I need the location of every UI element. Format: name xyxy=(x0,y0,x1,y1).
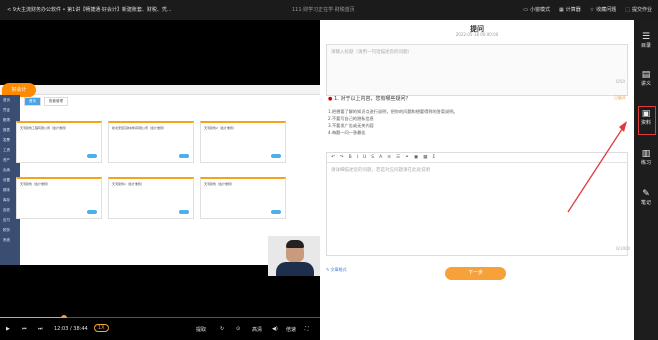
software-tab-accounts: 账套管理 xyxy=(44,97,68,106)
underline-icon[interactable]: U xyxy=(363,155,366,160)
rail-item-notes[interactable]: ✎ 笔记 xyxy=(634,189,658,206)
link-icon[interactable]: ⚭ xyxy=(405,155,409,160)
software-header: 好会计 xyxy=(0,83,320,97)
title-counter: 0/50 xyxy=(616,79,625,84)
calculator-button[interactable]: ▦ 计算器 xyxy=(559,6,581,14)
rate-badge[interactable]: 1X xyxy=(94,324,109,332)
pen-icon: ✎ xyxy=(642,189,650,199)
software-sidebar-item: 税务 xyxy=(3,228,10,232)
toggle-switch xyxy=(179,210,189,214)
account-card: 天河建筑（会计准则） xyxy=(16,177,102,219)
strikethrough-icon[interactable]: S xyxy=(371,155,374,160)
account-card: 新北安控高新材料有限公司（会计准则） xyxy=(108,121,194,163)
title-placeholder: 请输入标题（请用一句话描述您的问题） xyxy=(331,50,412,55)
toggle-switch xyxy=(87,154,97,158)
table-icon[interactable]: ▦ xyxy=(423,155,427,160)
toggle-switch xyxy=(271,210,281,214)
course-status: 111·财学习正在学·财税首页 xyxy=(292,7,355,13)
top-bar: < 9大主流财务办公软件 • 第1讲【畅捷通·好会计】新建账套、财税、凭... … xyxy=(0,0,658,20)
rail-item-handout[interactable]: ▤ 讲义 xyxy=(634,70,658,87)
toggle-switch xyxy=(271,154,281,158)
software-sidebar-item: 出纳 xyxy=(3,168,10,172)
question-guidelines: 1.把想要了解的知识点进行说明，把你的问题和想要得到的答案说明。 2.不要写自己… xyxy=(328,109,458,135)
top-actions: ▭ 小窗模式 ▦ 计算器 ☆ 收藏问题 ⬚ 提交作业 xyxy=(523,6,652,14)
redo-icon[interactable]: ↷ xyxy=(340,155,344,160)
quality-button[interactable]: 高清 xyxy=(252,326,262,333)
rail-item-catalog[interactable]: ☰ 目录 xyxy=(634,32,658,49)
play-button[interactable]: ▶ xyxy=(6,326,10,332)
favorite-button[interactable]: ☆ 收藏问题 xyxy=(589,6,617,14)
camera-icon[interactable]: ⊙ xyxy=(236,326,240,332)
course-title: < 9大主流财务办公软件 • 第1讲【畅捷通·好会计】新建账套、财税、凭... xyxy=(7,7,172,13)
account-card: 天河建筑（会计准则） xyxy=(200,177,286,219)
toggle-switch xyxy=(179,154,189,158)
bold-icon[interactable]: B xyxy=(349,155,352,160)
list-icon[interactable]: ≡ xyxy=(387,155,391,160)
unfold-link[interactable]: 已展开 xyxy=(614,95,626,101)
align-icon[interactable]: ☰ xyxy=(396,155,400,160)
list-icon: ☰ xyxy=(641,32,651,42)
font-color-icon[interactable]: A xyxy=(379,155,382,160)
undo-icon[interactable]: ↶ xyxy=(331,155,335,160)
submit-homework-button[interactable]: ⬚ 提交作业 xyxy=(625,6,652,14)
calculator-icon: ▦ xyxy=(559,6,564,13)
volume-icon[interactable]: ◀) xyxy=(272,326,278,332)
rich-text-editor[interactable]: ↶ ↷ B I U S A ≡ ☰ ⚭ ▣ ▦ Σ 请详细描述您的问题，若是对应… xyxy=(326,152,628,256)
rail-item-practice[interactable]: ▥ 练习 xyxy=(634,149,658,166)
materials-highlight-box xyxy=(638,106,656,135)
prev-button[interactable]: ⏮ xyxy=(22,326,27,332)
prev-icon: ⏮ xyxy=(22,326,27,332)
account-card: 天河建筑1（会计准则） xyxy=(108,177,194,219)
teacher-webcam xyxy=(268,236,320,276)
editor-counter: 0/1000 xyxy=(616,246,631,251)
document-icon: ▤ xyxy=(641,70,651,80)
toggle-switch xyxy=(87,210,97,214)
window-icon: ▭ xyxy=(523,6,528,13)
editor-toolbar: ↶ ↷ B I U S A ≡ ☰ ⚭ ▣ ▦ Σ xyxy=(327,153,627,163)
question-heading: ● 1. 对于以上内容，您有哪些疑问？ xyxy=(328,96,411,102)
player-controls: ▶ ⏮ ⏭ 12:03 / 38:44 1X 提取 ↻ ⊙ 高清 ◀) 倍速 ⛶ xyxy=(0,318,320,340)
editor-placeholder: 请详细描述您的问题，若是对应问题请在此处说明 xyxy=(331,168,430,173)
star-icon: ☆ xyxy=(589,6,595,13)
play-icon: ▶ xyxy=(6,326,10,332)
software-sidebar-item: 凭证 xyxy=(3,108,10,112)
speed-button[interactable]: 倍速 xyxy=(286,326,296,333)
fullscreen-icon[interactable]: ⛶ xyxy=(305,326,309,332)
time-display: 12:03 / 38:44 xyxy=(54,326,88,332)
format-note[interactable]: ✎ 文章格式 xyxy=(326,267,347,273)
teacher-body xyxy=(276,262,314,276)
software-sidebar-item: 首页 xyxy=(3,98,10,102)
question-title-input[interactable]: 请输入标题（请用一句话描述您的问题） xyxy=(326,44,628,96)
mini-window-button[interactable]: ▭ 小窗模式 xyxy=(523,6,550,14)
software-tabs: 首页 账套管理 xyxy=(24,97,320,106)
sum-icon[interactable]: Σ xyxy=(432,155,435,160)
account-card: 天河建筑2（会计准则） xyxy=(200,121,286,163)
question-panel: 提问 2022-05-18 00:00:00 请输入标题（请用一句话描述您的问题… xyxy=(320,20,634,340)
panel-meta: 2022-05-18 00:00:00 xyxy=(455,32,499,37)
teacher-hair xyxy=(286,240,304,248)
account-card: 天河建筑工程有限公司（会计准则） xyxy=(16,121,102,163)
next-button[interactable]: ⏭ xyxy=(38,326,43,332)
submit-icon: ⬚ xyxy=(625,6,630,13)
extract-button[interactable]: 提取 xyxy=(196,326,206,333)
loop-icon[interactable]: ↻ xyxy=(220,326,224,332)
software-sidebar-item: 系统 xyxy=(3,238,10,242)
software-tab-home: 首页 xyxy=(24,97,41,106)
notebook-icon: ▥ xyxy=(641,149,651,159)
right-rail: ☰ 目录 ▤ 讲义 ▣ 资料 ▥ 练习 ✎ 笔记 xyxy=(634,20,658,340)
image-icon[interactable]: ▣ xyxy=(414,155,418,160)
next-icon: ⏭ xyxy=(38,326,43,332)
next-step-button[interactable]: 下一步 xyxy=(445,267,506,280)
italic-icon[interactable]: I xyxy=(357,155,358,160)
